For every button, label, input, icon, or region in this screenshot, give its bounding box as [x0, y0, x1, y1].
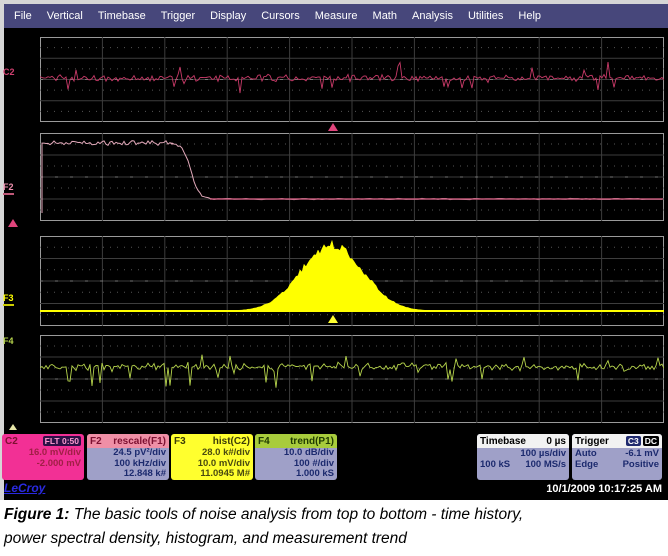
- trigger-slope: Positive: [623, 459, 659, 470]
- f4-trend-waveform: [40, 335, 664, 423]
- f3-vdiv: 28.0 k#/div: [171, 448, 253, 459]
- c2-filter-badge: FLT 0:50: [43, 436, 81, 446]
- trace-label-c2: C2: [3, 67, 15, 77]
- f4-count: 1.000 kS: [255, 469, 337, 480]
- panel-psd: [40, 133, 664, 221]
- timebase-rate: 100 MS/s: [525, 459, 566, 470]
- trace-descriptor-f3[interactable]: F3 hist(C2) 28.0 k#/div 10.0 mV/div 11.0…: [171, 434, 253, 480]
- menu-item-display[interactable]: Display: [210, 10, 246, 22]
- trigger-descriptor[interactable]: Trigger C3 DC Auto -6.1 mV Edge Positive: [572, 434, 662, 480]
- timebase-samples: 100 kS: [480, 459, 510, 470]
- trigger-level: -6.1 mV: [625, 448, 659, 459]
- f4-vdiv: 10.0 dB/div: [255, 448, 337, 459]
- menu-item-trigger[interactable]: Trigger: [161, 10, 195, 22]
- f3-count: 11.0945 M#: [171, 469, 253, 480]
- trigger-source-badge: C3: [626, 436, 641, 446]
- menu-bar: File Vertical Timebase Trigger Display Cursor…: [4, 4, 668, 28]
- panel-trend: [40, 335, 664, 423]
- menu-item-math[interactable]: Math: [373, 10, 397, 22]
- trace-label-f2: F2: [3, 182, 14, 195]
- trace-label-f3: F3: [3, 293, 14, 306]
- channel-descriptor-c2[interactable]: C2 FLT 0:50 16.0 mV/div -2.000 mV: [2, 434, 84, 480]
- caption-line2: power spectral density, histogram, and m…: [4, 530, 407, 547]
- c2-time-history-waveform: [40, 37, 664, 122]
- menu-item-cursors[interactable]: Cursors: [261, 10, 300, 22]
- f2-count: 12.848 k#: [87, 469, 169, 480]
- psd-origin-marker-icon[interactable]: [8, 219, 18, 227]
- menu-item-analysis[interactable]: Analysis: [412, 10, 453, 22]
- f3-function: hist(C2): [213, 436, 250, 447]
- f2-vdiv: 24.5 pV²/div: [87, 448, 169, 459]
- trace-label-f4: F4: [3, 336, 14, 346]
- f4-id: F4: [258, 436, 270, 447]
- trace-descriptor-f2[interactable]: F2 rescale(F1) 24.5 pV²/div 100 kHz/div …: [87, 434, 169, 480]
- f3-histogram-waveform: [40, 236, 664, 326]
- c2-vdiv: 16.0 mV/div: [2, 448, 84, 459]
- menu-item-measure[interactable]: Measure: [315, 10, 358, 22]
- timebase-descriptor[interactable]: Timebase 0 µs 100 µs/div 100 kS 100 MS/s: [477, 434, 569, 480]
- figure-caption: Figure 1: The basic tools of noise analy…: [0, 500, 668, 556]
- menu-item-timebase[interactable]: Timebase: [98, 10, 146, 22]
- caption-line1: The basic tools of noise analysis from t…: [74, 506, 523, 523]
- f2-id: F2: [90, 436, 102, 447]
- panel-histogram: [40, 236, 664, 326]
- caption-label: Figure 1:: [4, 506, 69, 523]
- timebase-offset: 0 µs: [546, 436, 566, 447]
- oscilloscope-screen: File Vertical Timebase Trigger Display Cursor…: [0, 0, 668, 556]
- f4-function: trend(P1): [290, 436, 334, 447]
- menu-item-vertical[interactable]: Vertical: [47, 10, 83, 22]
- timebase-per-div: 100 µs/div: [520, 448, 566, 459]
- panel-time-history: [40, 37, 664, 122]
- c2-id: C2: [5, 436, 18, 447]
- trigger-mode: Auto: [575, 448, 597, 459]
- menu-item-file[interactable]: File: [14, 10, 32, 22]
- timebase-title: Timebase: [480, 436, 526, 447]
- timestamp: 10/1/2009 10:17:25 AM: [546, 483, 662, 495]
- c2-offset: -2.000 mV: [2, 459, 84, 470]
- trace-descriptor-f4[interactable]: F4 trend(P1) 10.0 dB/div 100 #/div 1.000…: [255, 434, 337, 480]
- lecroy-logo: LeCroy: [4, 481, 45, 495]
- trigger-title: Trigger: [575, 436, 609, 447]
- menu-item-help[interactable]: Help: [518, 10, 541, 22]
- trigger-time-marker-icon[interactable]: [328, 123, 338, 131]
- trend-origin-marker-icon[interactable]: [9, 424, 17, 430]
- histogram-center-marker-icon[interactable]: [328, 315, 338, 323]
- trigger-coupling-badge: DC: [643, 436, 659, 446]
- trigger-type: Edge: [575, 459, 598, 470]
- f3-id: F3: [174, 436, 186, 447]
- f2-function: rescale(F1): [113, 436, 166, 447]
- menu-item-utilities[interactable]: Utilities: [468, 10, 503, 22]
- f2-psd-waveform: [40, 133, 664, 221]
